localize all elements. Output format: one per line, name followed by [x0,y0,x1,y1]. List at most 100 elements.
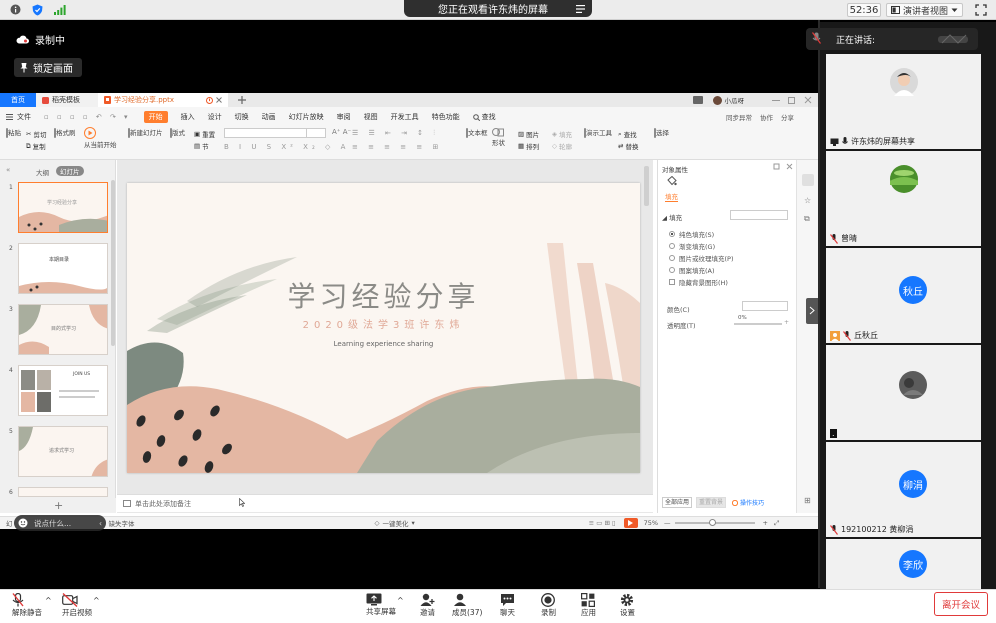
collapse-pane-icon[interactable]: « [6,166,10,174]
view-mode-button[interactable]: 演讲者视图 [886,3,963,17]
align-buttons[interactable]: ≡ ≡ ≡ ≡ ≡ ⊞ [352,143,442,151]
slide-thumbnail-2[interactable]: 本期目录 [18,243,108,294]
share-options-chevron[interactable]: ^ [397,596,404,605]
from-current-button[interactable]: 从当前开始 [84,127,117,149]
share-screen-button[interactable]: 共享屏幕 [366,593,396,617]
replace-button[interactable]: ⇄ 替换 [618,141,638,151]
notes-area[interactable]: 单击此处添加备注 [117,494,653,512]
ribbon-tab-transition[interactable]: 切换 [235,112,249,122]
increase-icon[interactable]: + [784,319,789,326]
ribbon-tab-view[interactable]: 视图 [364,112,378,122]
zoom-in-icon[interactable]: + [763,519,768,527]
arrange-button[interactable]: ▦ 排列 [518,141,539,151]
outline-tab[interactable]: 大纲 [36,167,49,177]
ribbon-tab-file[interactable]: 文件 [17,112,31,122]
participant-tile[interactable]: 柳涓 192100212 黄柳涓 [826,442,981,537]
paste-button[interactable]: 粘贴 [6,127,21,138]
copy-format-icon[interactable]: ⧉ [804,214,810,224]
share-doc-button[interactable]: 分享 [781,112,794,122]
ribbon-search[interactable]: 查找 [472,112,496,122]
cut-button[interactable]: ✂ 剪切 [26,129,46,139]
menu-icon[interactable] [576,4,585,13]
fill-tab[interactable]: 填充 [665,191,678,202]
window-minimize-icon[interactable] [772,96,780,104]
settings-button[interactable]: 设置 [620,593,635,618]
presenter-tools-button[interactable]: 演示工具 [584,127,612,138]
slide-thumbnail-4[interactable]: JOIN US [18,365,108,416]
start-video-button[interactable]: 开启视频 [62,593,92,618]
current-slide[interactable]: 学习经验分享 2020级法学3班许东炜 Learning experience … [127,183,640,473]
grid-icon[interactable]: ⊞ [804,496,811,505]
fill-section-title[interactable]: ◢ 填充 [662,212,682,222]
layout-button[interactable]: 版式 [170,127,185,138]
select-button[interactable]: 选择 [654,127,669,138]
smiley-icon[interactable] [18,518,28,528]
tab-document[interactable]: 学习经验分享.pptx [98,93,228,107]
participant-tile[interactable]: 曾晴 [826,151,981,246]
ribbon-tab-review[interactable]: 审阅 [337,112,351,122]
properties-toggle-icon[interactable] [802,174,814,186]
leave-meeting-button[interactable]: 离开会议 [934,592,988,616]
beautify-button[interactable]: ◇ 一键美化 ▾ [375,518,415,528]
slides-tab[interactable]: 幻灯片 [56,166,84,176]
participant-tile[interactable]: 秋丘 丘秋丘 [826,248,981,343]
zoom-level[interactable]: 75% [644,519,658,527]
reset-background-button[interactable]: 重置背景 [696,497,726,508]
textbox-button[interactable]: 文本框 [466,127,488,138]
tips-link[interactable]: 操作技巧 [732,498,764,507]
hide-bg-checkbox[interactable]: 隐藏背景图形(H) [669,277,728,287]
mute-options-chevron[interactable]: ^ [45,596,52,605]
record-button[interactable]: 录制 [541,593,556,618]
picture-fill-option[interactable]: 图片或纹理填充(P) [669,253,734,263]
solid-fill-option[interactable]: 纯色填充(S) [669,229,714,239]
slide-thumbnail-1[interactable]: 学习经验分享 [18,182,108,233]
collaborate-button[interactable]: 协作 [760,112,773,122]
thumbnail-scrollbar[interactable] [111,180,115,346]
view-mode-icons[interactable]: ≡ ▭ ⊞ ▯ [589,519,616,527]
star-icon[interactable]: ☆ [804,196,811,205]
gradient-fill-option[interactable]: 渐变填充(G) [669,241,715,251]
font-size-select[interactable] [306,128,326,138]
add-slide-icon[interactable]: + [54,499,63,512]
window-restore-icon[interactable] [788,96,796,104]
ribbon-tab-animation[interactable]: 动画 [262,112,276,122]
say-something-input[interactable]: 说点什么... [34,518,71,529]
slide-thumbnail-3[interactable]: 目的式学习 [18,304,108,355]
paragraph-buttons[interactable]: ☰ ☰ ⇤ ⇥ ↕ ⫶ [352,129,439,138]
font-name-select[interactable] [224,128,318,138]
apps-button[interactable]: 应用 [581,593,596,618]
font-grow-shrink[interactable]: A⁺ A⁻ [332,128,351,136]
close-tab-icon[interactable] [216,97,222,103]
signal-strength-icon[interactable] [54,5,66,15]
user-avatar-icon[interactable] [712,95,722,105]
copy-button[interactable]: ⧉ 复制 [26,141,46,152]
chat-button[interactable]: 聊天 [500,593,515,618]
fit-window-icon[interactable]: ⤢ [774,519,779,528]
video-options-chevron[interactable]: ^ [93,596,100,605]
play-slideshow-button[interactable] [623,518,638,528]
ribbon-tab-home[interactable]: 开始 [143,111,168,123]
tab-docer-templates[interactable]: 稻壳模板 [36,93,98,107]
expand-panel-handle[interactable] [806,298,818,324]
participant-tile[interactable]: 李欣 [826,539,981,590]
fill-button[interactable]: ◈ 填充 [552,129,572,139]
section-button[interactable]: ▤ 节 [194,141,209,151]
unmute-button[interactable]: 解除静音 [12,593,42,618]
text-format-buttons[interactable]: B I U S X² X₂ ◇ A [224,143,349,151]
sync-status[interactable]: 同步异常 [726,112,752,122]
fill-type-select[interactable] [730,210,788,220]
outline-button[interactable]: ◇ 轮廓 [552,141,572,151]
tab-home[interactable]: 首页 [0,93,36,107]
ribbon-tab-features[interactable]: 特色功能 [432,112,460,122]
info-icon[interactable] [10,4,21,15]
close-pane-icon[interactable] [786,163,793,170]
reaction-chat-bubble[interactable]: 说点什么... ‹ [14,515,106,531]
color-select[interactable] [742,301,788,311]
fill-bucket-icon[interactable] [666,176,677,186]
fullscreen-icon[interactable] [975,4,987,16]
apply-all-button[interactable]: 全部应用 [662,497,692,508]
ribbon-tab-design[interactable]: 设计 [208,112,222,122]
zoom-slider[interactable] [674,519,755,526]
ribbon-tab-developer[interactable]: 开发工具 [391,112,419,122]
lock-screen-button[interactable]: 锁定画面 [14,58,82,77]
